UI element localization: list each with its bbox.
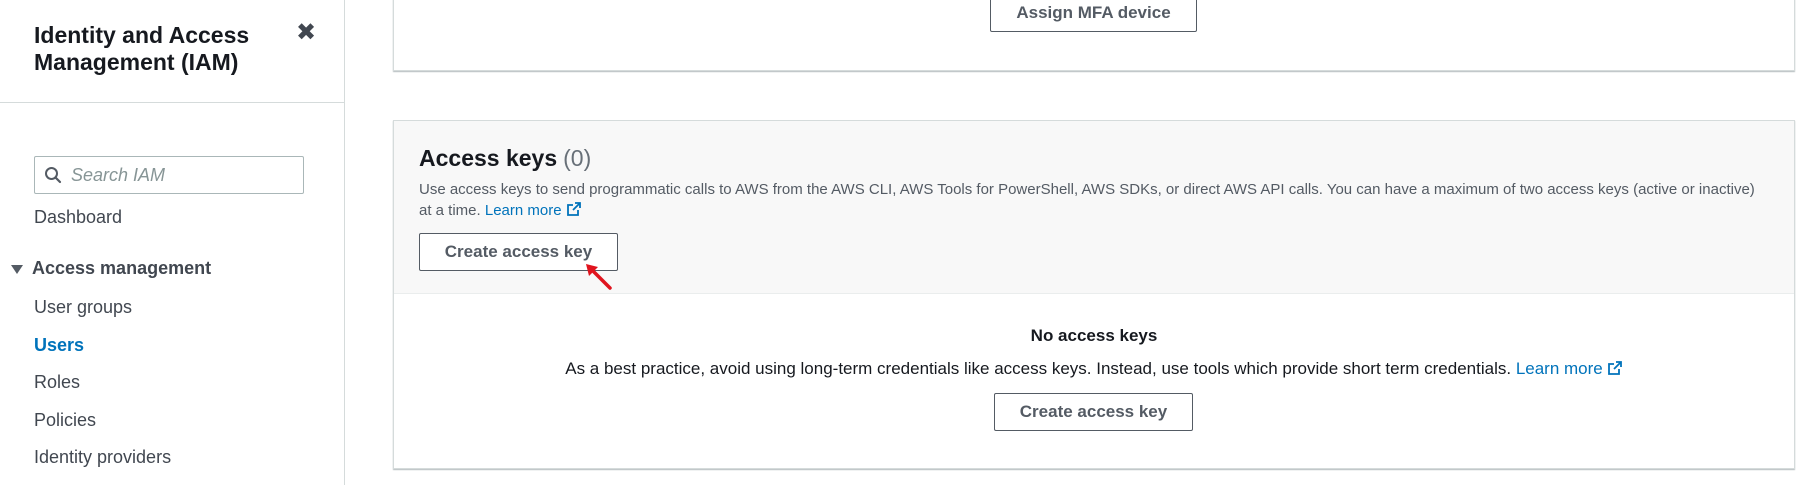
access-keys-description: Use access keys to send programmatic cal… <box>419 179 1764 221</box>
section-label: Access management <box>32 258 212 278</box>
sidebar-item-roles[interactable]: Roles <box>34 371 80 393</box>
empty-create-access-key-button[interactable]: Create access key <box>994 393 1193 431</box>
mfa-card: Assign MFA device <box>393 0 1795 71</box>
search-box[interactable] <box>34 156 304 194</box>
learn-more-link[interactable]: Learn more <box>485 202 582 219</box>
access-keys-card: Access keys (0) Use access keys to send p… <box>393 120 1795 469</box>
external-link-icon <box>566 202 581 216</box>
access-keys-count: (0) <box>563 145 592 171</box>
empty-description-text: As a best practice, avoid using long-ter… <box>565 359 1512 378</box>
access-keys-title-text: Access keys <box>419 145 558 171</box>
create-access-key-button[interactable]: Create access key <box>419 233 618 271</box>
search-icon <box>35 157 71 193</box>
sidebar-item-identity-providers[interactable]: Identity providers <box>34 446 171 468</box>
sidebar-title: Identity and Access Management (IAM) <box>34 22 250 75</box>
empty-learn-more-link[interactable]: Learn more <box>1516 359 1623 378</box>
description-text: Use access keys to send programmatic cal… <box>419 181 1755 219</box>
sidebar-item-users[interactable]: Users <box>34 334 84 356</box>
close-icon[interactable]: ✖ <box>296 21 318 45</box>
sidebar-item-dashboard[interactable]: Dashboard <box>34 206 122 228</box>
empty-learn-more-label: Learn more <box>1515 359 1603 378</box>
caret-down-icon <box>11 264 23 274</box>
sidebar-item-policies[interactable]: Policies <box>34 409 96 431</box>
search-input[interactable] <box>71 164 291 186</box>
external-link-icon <box>1607 361 1622 375</box>
access-keys-title: Access keys (0) <box>419 145 591 172</box>
access-keys-header: Access keys (0) Use access keys to send p… <box>394 121 1794 294</box>
empty-state-description: As a best practice, avoid using long-ter… <box>394 359 1794 379</box>
assign-mfa-button[interactable]: Assign MFA device <box>990 0 1197 32</box>
sidebar-divider <box>0 102 344 103</box>
sidebar-item-user-groups[interactable]: User groups <box>34 296 132 318</box>
learn-more-label: Learn more <box>484 202 562 219</box>
sidebar: Identity and Access Management (IAM) ✖ D… <box>0 0 345 485</box>
access-management-section[interactable]: Access management <box>10 258 211 279</box>
empty-state-title: No access keys <box>1030 326 1158 345</box>
